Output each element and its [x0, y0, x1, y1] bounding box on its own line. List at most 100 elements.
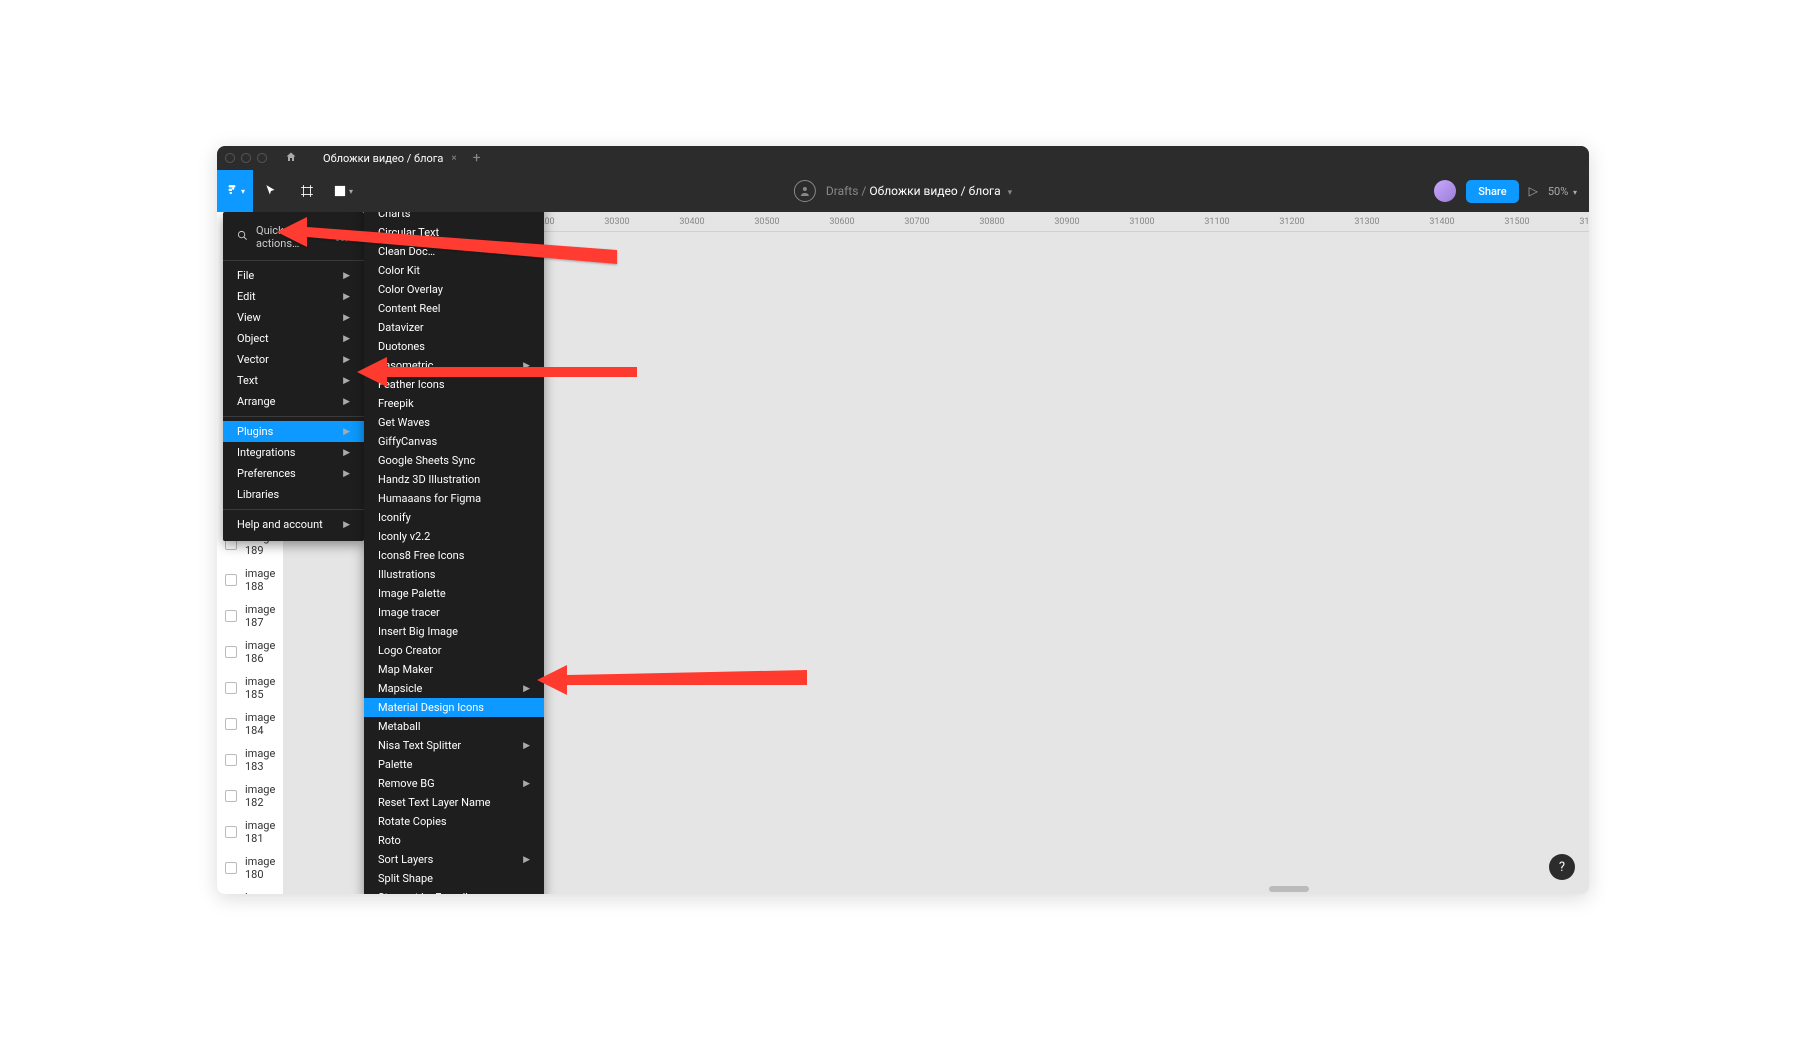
- layer-item[interactable]: image 183: [217, 742, 283, 778]
- breadcrumb-parent[interactable]: Drafts: [826, 184, 859, 198]
- horizontal-scrollbar[interactable]: [1269, 886, 1309, 892]
- user-icon[interactable]: [794, 180, 816, 202]
- avatar[interactable]: [1434, 180, 1456, 202]
- plugin-item[interactable]: Mapsicle▶: [364, 679, 544, 698]
- plugin-item[interactable]: Color Kit: [364, 261, 544, 280]
- plugin-item[interactable]: Easometric▶: [364, 356, 544, 375]
- chevron-right-icon: ▶: [343, 397, 350, 407]
- plugin-item[interactable]: Roto: [364, 831, 544, 850]
- plugin-item[interactable]: Color Overlay: [364, 280, 544, 299]
- menu-item-edit[interactable]: Edit▶: [223, 286, 364, 307]
- plugin-item[interactable]: Reset Text Layer Name: [364, 793, 544, 812]
- menu-item-preferences[interactable]: Preferences▶: [223, 463, 364, 484]
- plugin-item[interactable]: Clean Doc…▶: [364, 242, 544, 261]
- plugin-item[interactable]: Rotate Copies: [364, 812, 544, 831]
- document-tab[interactable]: Обложки видео / блога ×: [315, 148, 465, 169]
- layer-item[interactable]: image 185: [217, 670, 283, 706]
- layer-item[interactable]: image 179: [217, 886, 283, 894]
- layer-item[interactable]: image 184: [217, 706, 283, 742]
- zoom-level[interactable]: 50% ▾: [1548, 185, 1577, 198]
- minimize-window-icon[interactable]: [241, 153, 251, 163]
- figma-menu-button[interactable]: ▾: [217, 170, 253, 212]
- plugin-item[interactable]: Nisa Text Splitter▶: [364, 736, 544, 755]
- image-icon: [225, 574, 237, 586]
- plugin-item[interactable]: Freepik: [364, 394, 544, 413]
- chevron-right-icon: ▶: [343, 469, 350, 479]
- plugin-item[interactable]: Map Maker: [364, 660, 544, 679]
- plugin-item[interactable]: Split Shape: [364, 869, 544, 888]
- plugin-item[interactable]: GiffyCanvas: [364, 432, 544, 451]
- plugin-item[interactable]: Palette: [364, 755, 544, 774]
- menu-item-view[interactable]: View▶: [223, 307, 364, 328]
- image-icon: [225, 718, 237, 730]
- layer-item[interactable]: image 181: [217, 814, 283, 850]
- plugin-item[interactable]: Google Sheets Sync: [364, 451, 544, 470]
- help-button[interactable]: ?: [1549, 854, 1575, 880]
- plugin-item[interactable]: Humaaans for Figma: [364, 489, 544, 508]
- image-icon: [225, 754, 237, 766]
- menu-item-arrange[interactable]: Arrange▶: [223, 391, 364, 412]
- plugin-item[interactable]: Image tracer: [364, 603, 544, 622]
- plugin-item[interactable]: Logo Creator: [364, 641, 544, 660]
- move-tool[interactable]: [253, 170, 289, 212]
- image-icon: [225, 682, 237, 694]
- toolbar: ▾ ▾ Drafts / Обложки видео / блога ▾: [217, 170, 1589, 212]
- image-icon: [225, 610, 237, 622]
- layer-item[interactable]: image 180: [217, 850, 283, 886]
- plugin-item[interactable]: Duotones: [364, 337, 544, 356]
- plugin-item[interactable]: Sort Layers▶: [364, 850, 544, 869]
- plugin-item[interactable]: Insert Big Image: [364, 622, 544, 641]
- chevron-right-icon: ▶: [523, 361, 530, 371]
- menu-item-text[interactable]: Text▶: [223, 370, 364, 391]
- menu-item-help[interactable]: Help and account ▶: [223, 514, 364, 535]
- breadcrumb: Drafts / Обложки видео / блога ▾: [826, 184, 1012, 198]
- plugin-item[interactable]: Remove BG▶: [364, 774, 544, 793]
- menu-item-object[interactable]: Object▶: [223, 328, 364, 349]
- maximize-window-icon[interactable]: [257, 153, 267, 163]
- menu-item-file[interactable]: File▶: [223, 265, 364, 286]
- plugin-item[interactable]: Charts: [364, 212, 544, 223]
- add-tab-icon[interactable]: +: [473, 150, 481, 166]
- plugin-item[interactable]: Feather Icons: [364, 375, 544, 394]
- shape-tool[interactable]: ▾: [325, 170, 361, 212]
- menu-item-integrations[interactable]: Integrations▶: [223, 442, 364, 463]
- image-icon: [225, 826, 237, 838]
- layer-item[interactable]: image 188: [217, 562, 283, 598]
- main-menu: Quick actions… ⌘/ File▶Edit▶View▶Object▶…: [223, 212, 364, 541]
- close-window-icon[interactable]: [225, 153, 235, 163]
- quick-actions[interactable]: Quick actions… ⌘/: [223, 218, 364, 256]
- plugin-item[interactable]: Content Reel: [364, 299, 544, 318]
- plugin-item[interactable]: Iconify: [364, 508, 544, 527]
- plugins-submenu: ⌃ ChartsCircular TextClean Doc…▶Color Ki…: [364, 212, 544, 894]
- layer-item[interactable]: image 187: [217, 598, 283, 634]
- menu-item-plugins[interactable]: Plugins ▶: [223, 421, 364, 442]
- chevron-right-icon: ▶: [523, 247, 530, 257]
- frame-tool[interactable]: [289, 170, 325, 212]
- present-icon[interactable]: ▷: [1529, 184, 1538, 198]
- layer-item[interactable]: image 182: [217, 778, 283, 814]
- plugin-item[interactable]: Icons8 Free Icons: [364, 546, 544, 565]
- search-icon: [237, 230, 248, 244]
- chevron-right-icon: ▶: [523, 684, 530, 694]
- chevron-right-icon: ▶: [343, 313, 350, 323]
- share-button[interactable]: Share: [1466, 180, 1518, 203]
- chevron-right-icon: ▶: [343, 376, 350, 386]
- plugin-item[interactable]: Handz 3D Illustration: [364, 470, 544, 489]
- breadcrumb-current[interactable]: Обложки видео / блога: [869, 184, 1000, 198]
- layer-item[interactable]: image 186: [217, 634, 283, 670]
- menu-item-vector[interactable]: Vector▶: [223, 349, 364, 370]
- plugin-item[interactable]: Image Palette: [364, 584, 544, 603]
- plugin-item[interactable]: Datavizer: [364, 318, 544, 337]
- plugin-item[interactable]: Illustrations: [364, 565, 544, 584]
- close-tab-icon[interactable]: ×: [451, 153, 456, 164]
- plugin-item[interactable]: Metaball: [364, 717, 544, 736]
- plugin-item[interactable]: Get Waves: [364, 413, 544, 432]
- home-icon[interactable]: [285, 151, 297, 166]
- plugin-item[interactable]: Iconly v2.2: [364, 527, 544, 546]
- plugin-item[interactable]: Storyset by Freepik: [364, 888, 544, 894]
- plugin-item[interactable]: Circular Text: [364, 223, 544, 242]
- plugin-item[interactable]: Material Design Icons: [364, 698, 544, 717]
- menu-item-libraries[interactable]: Libraries: [223, 484, 364, 505]
- chevron-right-icon: ▶: [343, 334, 350, 344]
- title-bar: Обложки видео / блога × +: [217, 146, 1589, 170]
